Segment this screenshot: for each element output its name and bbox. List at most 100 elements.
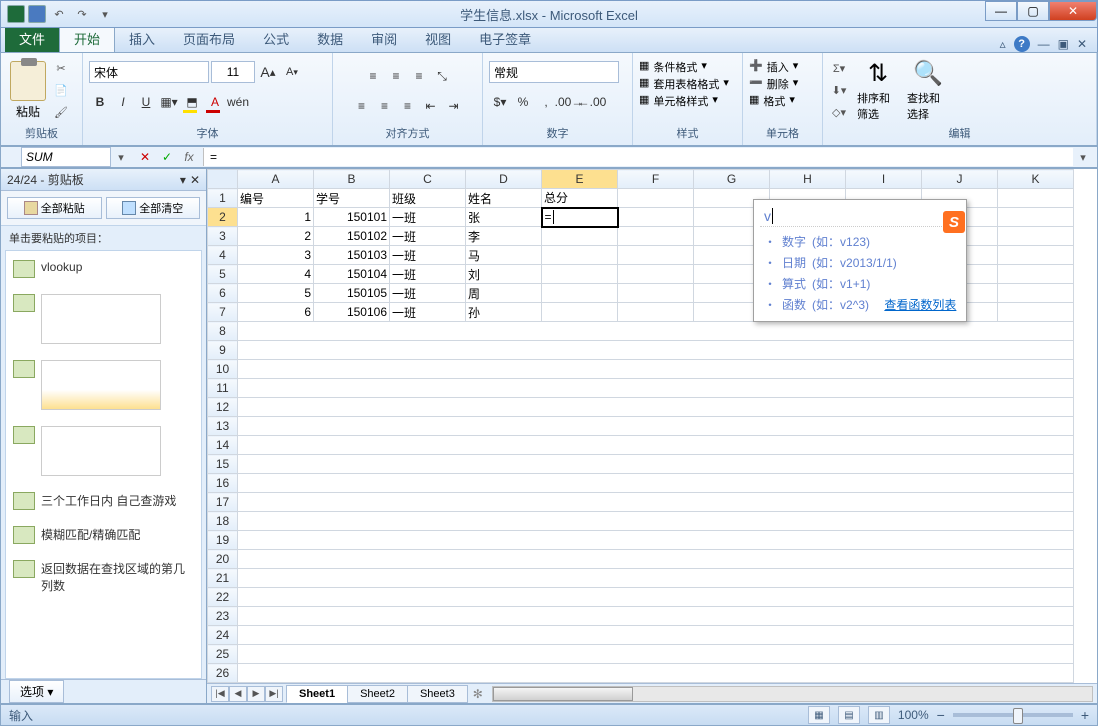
cell[interactable] [238,379,1074,398]
save-icon[interactable] [28,5,46,23]
sheet-nav-last-icon[interactable]: ▶| [265,686,283,702]
row-header[interactable]: 15 [208,455,238,474]
cell[interactable] [238,550,1074,569]
font-color-icon[interactable]: A [204,91,226,113]
clip-item[interactable]: 模糊匹配/精确匹配 [10,521,197,549]
help-icon[interactable]: ? [1014,36,1030,52]
col-header[interactable]: J [922,170,998,189]
cell[interactable]: 150103 [314,246,390,265]
cell[interactable] [238,360,1074,379]
undo-icon[interactable]: ↶ [49,4,69,24]
cell[interactable]: 学号 [314,189,390,208]
view-normal-icon[interactable]: ▦ [808,706,830,724]
cell[interactable]: 一班 [390,284,466,303]
cell[interactable]: 150104 [314,265,390,284]
sogou-ime-icon[interactable]: S [943,211,965,233]
row-header[interactable]: 14 [208,436,238,455]
conditional-format-button[interactable]: ▦条件格式▾ [639,59,707,75]
tab-data[interactable]: 数据 [303,25,357,52]
select-all-corner[interactable] [208,170,238,189]
bold-button[interactable]: B [89,91,111,113]
cell[interactable] [238,436,1074,455]
ime-function-link[interactable]: 查看函数列表 [884,296,956,313]
cell[interactable] [238,512,1074,531]
fill-icon[interactable]: ⬇▾ [829,80,849,100]
doc-restore-icon[interactable]: ▣ [1058,37,1069,51]
row-header[interactable]: 25 [208,645,238,664]
delete-cells-button[interactable]: ➖删除▾ [749,76,798,92]
sheet-nav-next-icon[interactable]: ▶ [247,686,265,702]
indent-dec-icon[interactable]: ⇤ [420,95,442,117]
cell[interactable]: 一班 [390,303,466,322]
cell[interactable] [618,303,694,322]
col-header[interactable]: B [314,170,390,189]
percent-icon[interactable]: % [512,91,534,113]
cell[interactable]: 班级 [390,189,466,208]
name-box[interactable]: SUM [21,147,111,167]
underline-button[interactable]: U [135,91,157,113]
currency-icon[interactable]: $▾ [489,91,511,113]
cell[interactable] [998,246,1074,265]
cell[interactable] [238,607,1074,626]
fill-color-icon[interactable]: ⬒ [181,91,203,113]
zoom-level[interactable]: 100% [898,708,929,722]
cell[interactable] [998,189,1074,208]
tab-home[interactable]: 开始 [59,24,115,52]
row-header[interactable]: 10 [208,360,238,379]
cell[interactable]: 孙 [466,303,542,322]
clipboard-list[interactable]: vlookup 三个工作日内 自己查游戏 模糊匹配/精确匹配 返回数据在查找区域… [5,250,202,679]
align-right-icon[interactable]: ≡ [397,95,419,117]
cell[interactable] [618,227,694,246]
autosum-icon[interactable]: Σ▾ [829,58,849,78]
formula-enter-button[interactable]: ✓ [157,148,177,166]
decimal-dec-icon[interactable]: ←.00 [581,91,603,113]
cell[interactable] [998,227,1074,246]
row-header[interactable]: 4 [208,246,238,265]
format-painter-icon[interactable]: 🖌 [51,102,71,122]
italic-button[interactable]: I [112,91,134,113]
zoom-in-button[interactable]: + [1081,707,1089,723]
cell[interactable]: 马 [466,246,542,265]
col-header[interactable]: E [542,170,618,189]
zoom-out-button[interactable]: − [937,707,945,723]
qat-dropdown-icon[interactable]: ▾ [95,4,115,24]
view-layout-icon[interactable]: ▤ [838,706,860,724]
close-button[interactable]: ✕ [1049,1,1097,21]
ime-candidate-popup[interactable]: v ・数字(如：v123) ・日期(如：v2013/1/1) ・算式(如：v1+… [753,199,967,322]
border-icon[interactable]: ▦▾ [158,91,180,113]
tab-view[interactable]: 视图 [411,25,465,52]
cell[interactable] [542,284,618,303]
new-sheet-icon[interactable]: ✻ [468,686,488,702]
row-header[interactable]: 7 [208,303,238,322]
row-header[interactable]: 2 [208,208,238,227]
row-header[interactable]: 19 [208,531,238,550]
minimize-button[interactable]: — [985,1,1017,21]
pane-close-icon[interactable]: ✕ [190,173,200,187]
tab-review[interactable]: 审阅 [357,25,411,52]
col-header[interactable]: I [846,170,922,189]
clip-item[interactable]: 返回数据在查找区域的第几列数 [10,555,197,599]
redo-icon[interactable]: ↷ [72,4,92,24]
orientation-icon[interactable]: ⤡ [431,65,453,87]
cell[interactable]: 2 [238,227,314,246]
clip-item[interactable]: vlookup [10,255,197,283]
cell[interactable] [238,455,1074,474]
cell[interactable]: 5 [238,284,314,303]
cell[interactable]: 总分 [542,189,618,208]
cell[interactable]: 150102 [314,227,390,246]
col-header[interactable]: A [238,170,314,189]
row-header[interactable]: 5 [208,265,238,284]
cell[interactable]: 150106 [314,303,390,322]
cell[interactable]: 周 [466,284,542,303]
clip-item[interactable] [10,355,197,415]
cell[interactable]: 一班 [390,227,466,246]
row-header[interactable]: 20 [208,550,238,569]
align-top-icon[interactable]: ≡ [362,65,384,87]
row-header[interactable]: 26 [208,664,238,683]
phonetic-icon[interactable]: wén [227,91,249,113]
maximize-button[interactable]: ▢ [1017,1,1049,21]
font-size-select[interactable] [211,61,255,83]
cell[interactable] [238,417,1074,436]
cell[interactable] [998,265,1074,284]
cell[interactable] [238,626,1074,645]
